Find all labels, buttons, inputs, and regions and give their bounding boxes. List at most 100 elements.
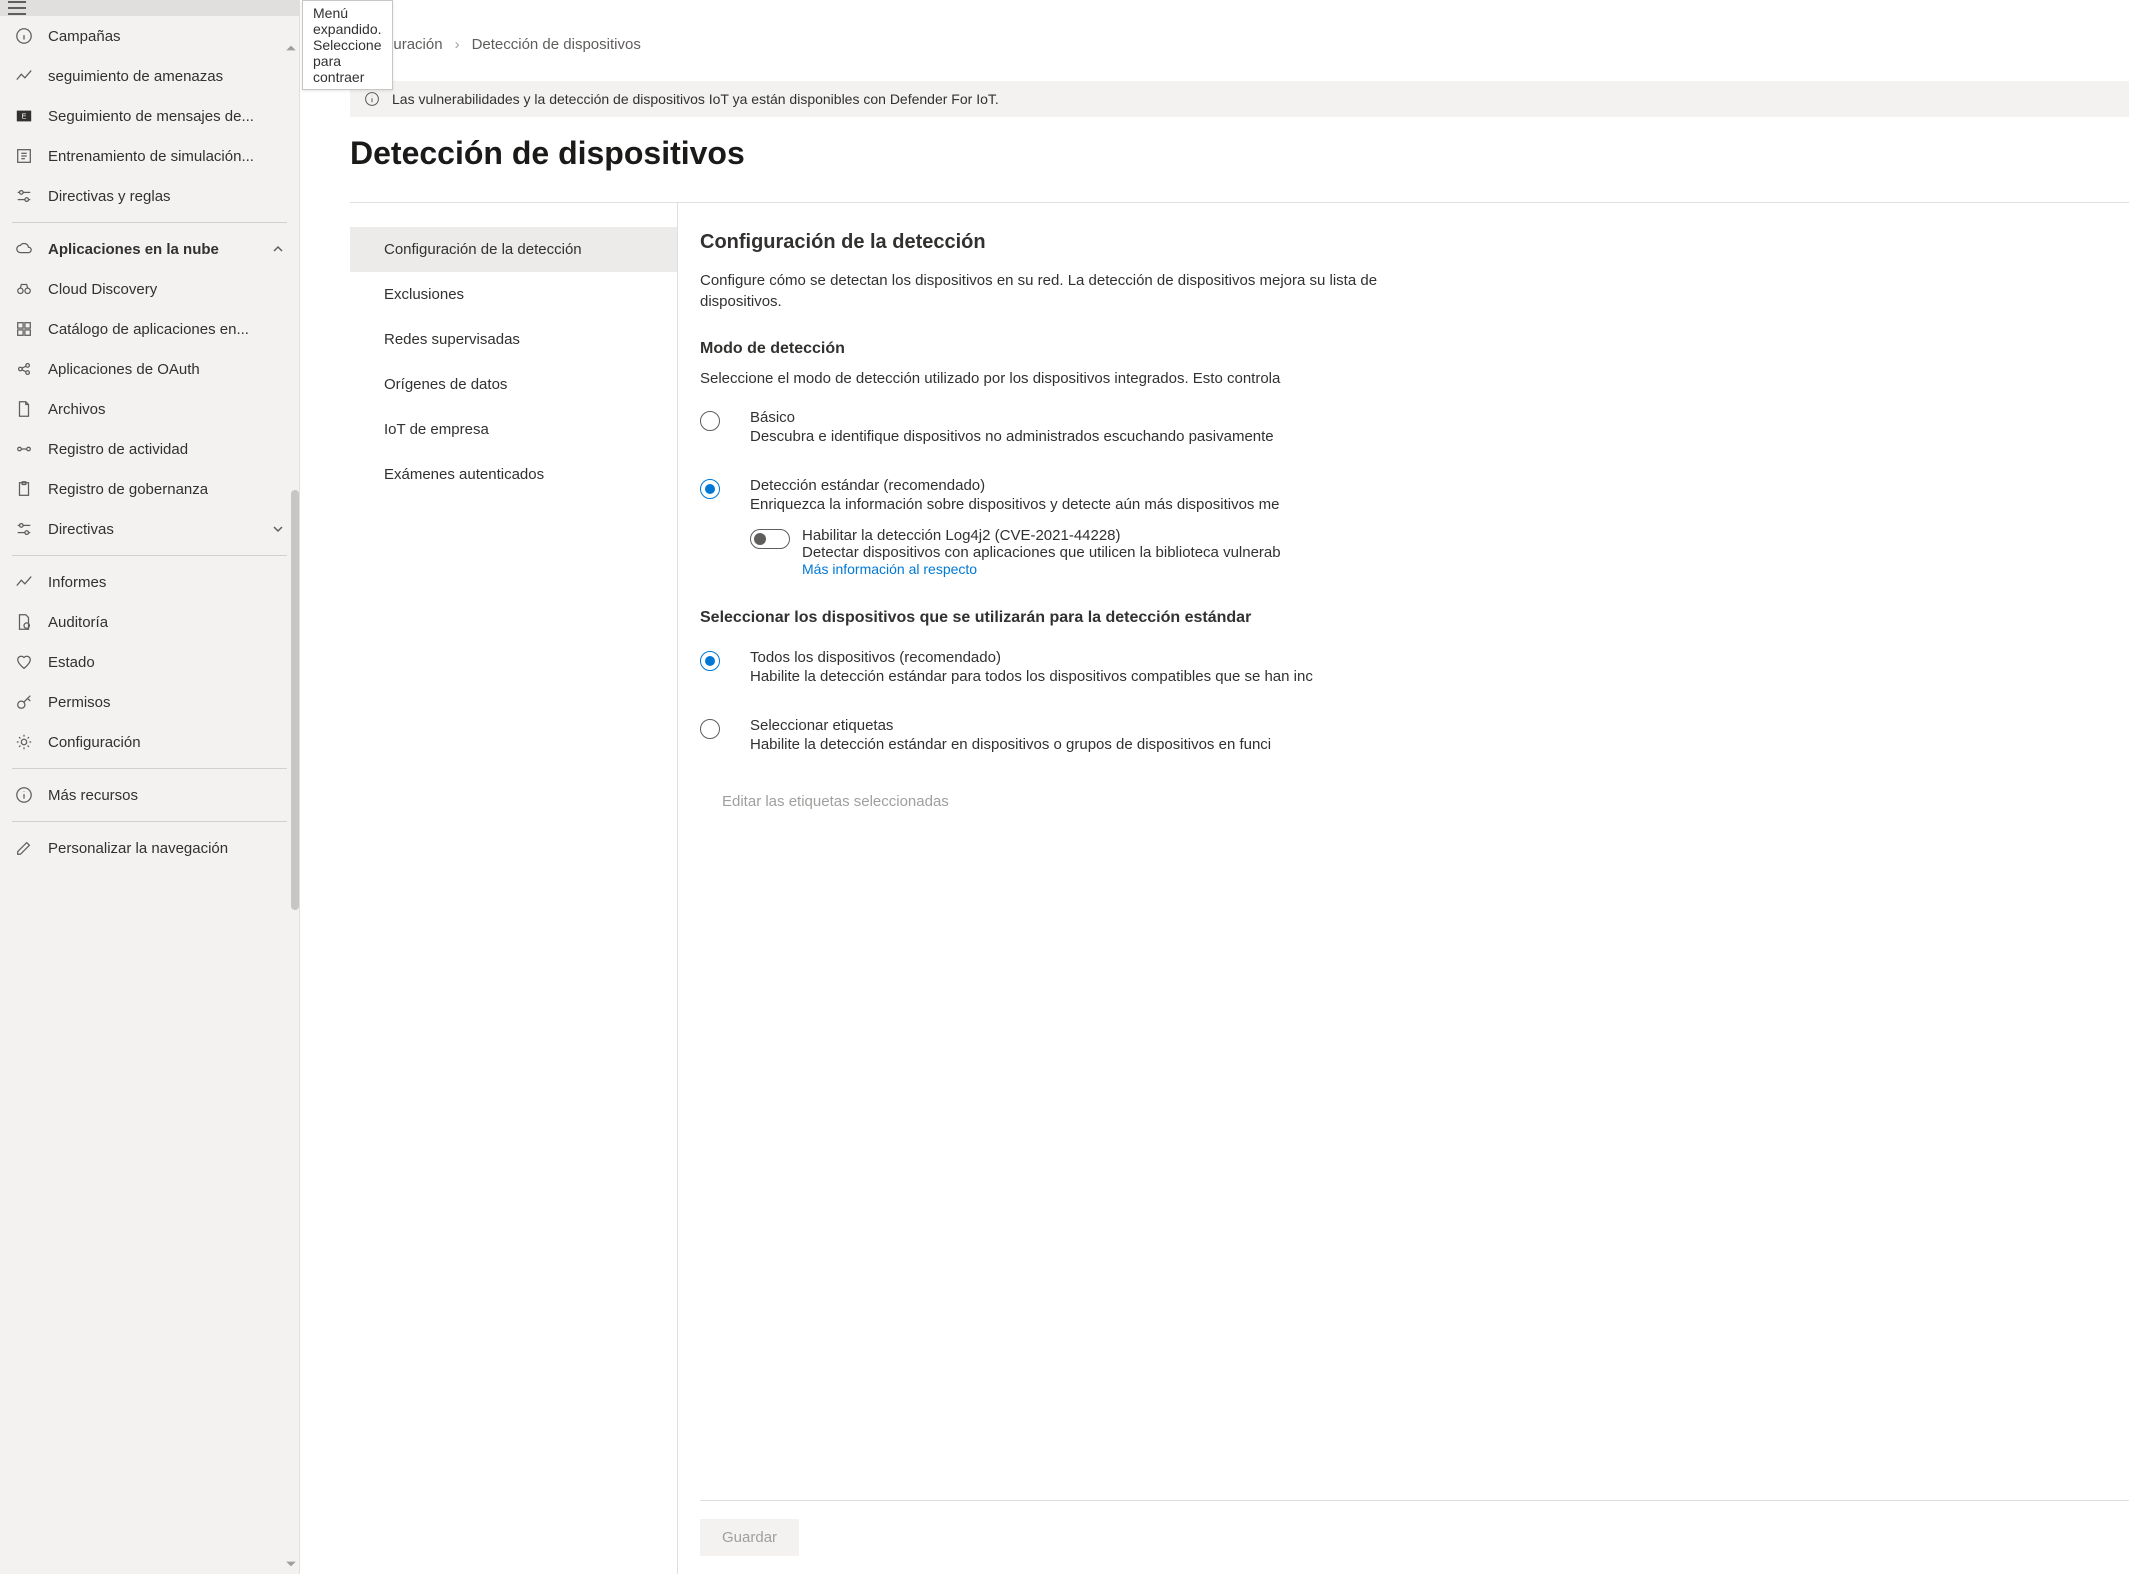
sidebar-item-directivas-reglas[interactable]: Directivas y reglas (0, 176, 299, 216)
training-icon (14, 146, 34, 166)
chevron-down-icon (271, 522, 285, 536)
grid-icon (14, 319, 34, 339)
key-icon (14, 692, 34, 712)
info-icon (14, 785, 34, 805)
subnav-configuracion-deteccion[interactable]: Configuración de la detección (350, 227, 677, 272)
sidebar-item-cloud-discovery[interactable]: Cloud Discovery (0, 269, 299, 309)
banner-text: Las vulnerabilidades y la detección de d… (392, 91, 999, 107)
divider (12, 768, 287, 769)
chart-icon (14, 66, 34, 86)
sidebar-item-label: Más recursos (48, 787, 138, 804)
sliders-icon (14, 186, 34, 206)
toggle-log4j-label: Habilitar la detección Log4j2 (CVE-2021-… (802, 527, 2129, 544)
radio-select-tags-desc: Habilite la detección estándar en dispos… (750, 736, 2129, 753)
sidebar: Menú expandido. Seleccione para contraer… (0, 0, 300, 1574)
subnav: Configuración de la detección Exclusione… (350, 203, 678, 1574)
radio-all-devices[interactable] (700, 651, 720, 671)
page-title: Detección de dispositivos (350, 135, 2129, 172)
sidebar-item-label: Permisos (48, 694, 111, 711)
sidebar-item-oauth[interactable]: Aplicaciones de OAuth (0, 349, 299, 389)
radio-basic-label: Básico (750, 409, 2129, 426)
mode-help: Seleccione el modo de detección utilizad… (700, 370, 2129, 387)
subnav-examenes-autenticados[interactable]: Exámenes autenticados (350, 452, 677, 497)
divider (12, 555, 287, 556)
sidebar-item-label: Archivos (48, 401, 106, 418)
sidebar-item-label: Informes (48, 574, 106, 591)
panel-footer: Guardar (700, 1500, 2129, 1574)
sidebar-item-label: Registro de gobernanza (48, 481, 208, 498)
sidebar-topbar (0, 0, 299, 16)
sidebar-item-label: Seguimiento de mensajes de... (48, 108, 254, 125)
sidebar-item-personalizar[interactable]: Personalizar la navegación (0, 828, 299, 868)
log4j-more-info-link[interactable]: Más información al respecto (802, 561, 2129, 577)
breadcrumb-separator: › (455, 36, 460, 53)
exchange-icon: E (14, 106, 34, 126)
hamburger-icon[interactable] (8, 1, 26, 15)
sidebar-item-estado[interactable]: Estado (0, 642, 299, 682)
scroll-down-icon[interactable] (285, 1558, 297, 1570)
sidebar-item-campanas[interactable]: Campañas (0, 16, 299, 56)
audit-icon (14, 612, 34, 632)
sidebar-item-directivas[interactable]: Directivas (0, 509, 299, 549)
file-icon (14, 399, 34, 419)
save-button[interactable]: Guardar (700, 1519, 799, 1556)
scrollbar-thumb[interactable] (291, 490, 299, 910)
sidebar-item-entrenamiento[interactable]: Entrenamiento de simulación... (0, 136, 299, 176)
main-content: Configuración › Detección de dispositivo… (300, 0, 2129, 1574)
chevron-up-icon (271, 242, 285, 256)
settings-panel: Configuración de la detección Configure … (678, 203, 2129, 1574)
subnav-iot-empresa[interactable]: IoT de empresa (350, 407, 677, 452)
divider (12, 222, 287, 223)
sidebar-section-label: Aplicaciones en la nube (48, 241, 219, 258)
sidebar-item-label: Personalizar la navegación (48, 840, 228, 857)
info-icon (364, 91, 380, 107)
sidebar-item-seguimiento-mensajes[interactable]: E Seguimiento de mensajes de... (0, 96, 299, 136)
sidebar-item-label: Registro de actividad (48, 441, 188, 458)
sidebar-item-registro-actividad[interactable]: Registro de actividad (0, 429, 299, 469)
binoculars-icon (14, 279, 34, 299)
subnav-exclusiones[interactable]: Exclusiones (350, 272, 677, 317)
toggle-log4j[interactable] (750, 529, 790, 549)
tooltip: Menú expandido. Seleccione para contraer (302, 0, 393, 90)
radio-all-devices-label: Todos los dispositivos (recomendado) (750, 649, 2129, 666)
oauth-icon (14, 359, 34, 379)
toggle-log4j-desc: Detectar dispositivos con aplicaciones q… (802, 544, 2129, 561)
sidebar-item-archivos[interactable]: Archivos (0, 389, 299, 429)
heart-icon (14, 652, 34, 672)
gear-icon (14, 732, 34, 752)
sidebar-section-aplicaciones-nube[interactable]: Aplicaciones en la nube (0, 229, 299, 269)
svg-text:E: E (22, 112, 27, 121)
sidebar-item-label: Campañas (48, 28, 121, 45)
edit-icon (14, 838, 34, 858)
radio-basic[interactable] (700, 411, 720, 431)
divider (12, 821, 287, 822)
subnav-redes-supervisadas[interactable]: Redes supervisadas (350, 317, 677, 362)
radio-standard[interactable] (700, 479, 720, 499)
sidebar-item-label: Configuración (48, 734, 141, 751)
mode-label: Modo de detección (700, 340, 2129, 358)
activity-icon (14, 439, 34, 459)
report-icon (14, 572, 34, 592)
sidebar-item-configuracion[interactable]: Configuración (0, 722, 299, 762)
sidebar-item-auditoria[interactable]: Auditoría (0, 602, 299, 642)
sidebar-item-mas-recursos[interactable]: Más recursos (0, 775, 299, 815)
sidebar-item-permisos[interactable]: Permisos (0, 682, 299, 722)
scroll-up-icon[interactable] (285, 42, 297, 54)
sidebar-item-label: Catálogo de aplicaciones en... (48, 321, 249, 338)
breadcrumb: Configuración › Detección de dispositivo… (350, 36, 2129, 53)
sidebar-item-registro-gobernanza[interactable]: Registro de gobernanza (0, 469, 299, 509)
sidebar-item-label: Directivas (48, 521, 114, 538)
info-banner: Las vulnerabilidades y la detección de d… (350, 81, 2129, 117)
sidebar-item-label: Estado (48, 654, 95, 671)
sidebar-item-catalogo[interactable]: Catálogo de aplicaciones en... (0, 309, 299, 349)
radio-select-tags[interactable] (700, 719, 720, 739)
panel-description: Configure cómo se detectan los dispositi… (700, 270, 1380, 312)
subnav-origenes-datos[interactable]: Orígenes de datos (350, 362, 677, 407)
sidebar-item-label: Directivas y reglas (48, 188, 171, 205)
sidebar-item-label: Entrenamiento de simulación... (48, 148, 254, 165)
sidebar-item-seguimiento-amenazas[interactable]: seguimiento de amenazas (0, 56, 299, 96)
sidebar-item-label: Aplicaciones de OAuth (48, 361, 200, 378)
info-icon (14, 26, 34, 46)
select-devices-label: Seleccionar los dispositivos que se util… (700, 609, 2129, 627)
sidebar-item-informes[interactable]: Informes (0, 562, 299, 602)
